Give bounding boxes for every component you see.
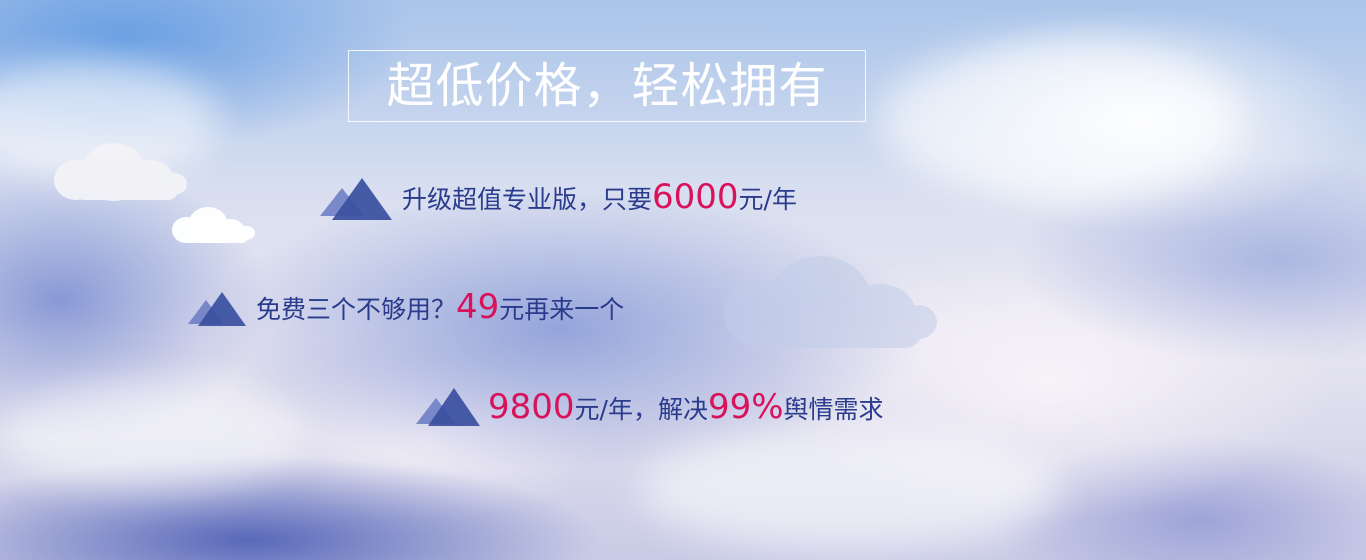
promo-line-annual: 9800元/年，解决99%舆情需求 (488, 390, 884, 424)
promo-line-extra: 免费三个不够用？49元再来一个 (256, 290, 624, 324)
triangle-icon (188, 292, 246, 326)
promo-line-text: 免费三个不够用？ (256, 295, 457, 324)
promo-line-text: 升级超值专业版，只要 (402, 185, 653, 214)
cloud-icon (172, 207, 255, 243)
percent-highlight: 99% (707, 387, 784, 427)
price-highlight: 6000 (652, 177, 739, 217)
background-haze (880, 40, 1240, 200)
triangle-icon (416, 388, 480, 426)
cloud-icon (724, 256, 937, 348)
promo-line-text: 元/年，解决 (574, 395, 708, 424)
triangle-icon (320, 178, 392, 220)
banner-title: 超低价格，轻松拥有 (386, 58, 828, 114)
promo-line-text: 元/年 (738, 185, 797, 214)
cloud-icon (54, 143, 187, 201)
promo-line-text: 舆情需求 (783, 395, 884, 424)
promo-line-text: 元再来一个 (499, 295, 625, 324)
price-highlight: 9800 (488, 387, 575, 427)
background-haze (640, 430, 1060, 550)
promo-banner: 超低价格，轻松拥有 升级超值专业版，只要6000元/年 免费三个不够用？49元再… (0, 0, 1366, 560)
price-highlight: 49 (456, 287, 500, 327)
background-haze (0, 380, 300, 490)
promo-line-pro: 升级超值专业版，只要6000元/年 (402, 180, 797, 214)
title-frame: 超低价格，轻松拥有 (348, 50, 866, 122)
